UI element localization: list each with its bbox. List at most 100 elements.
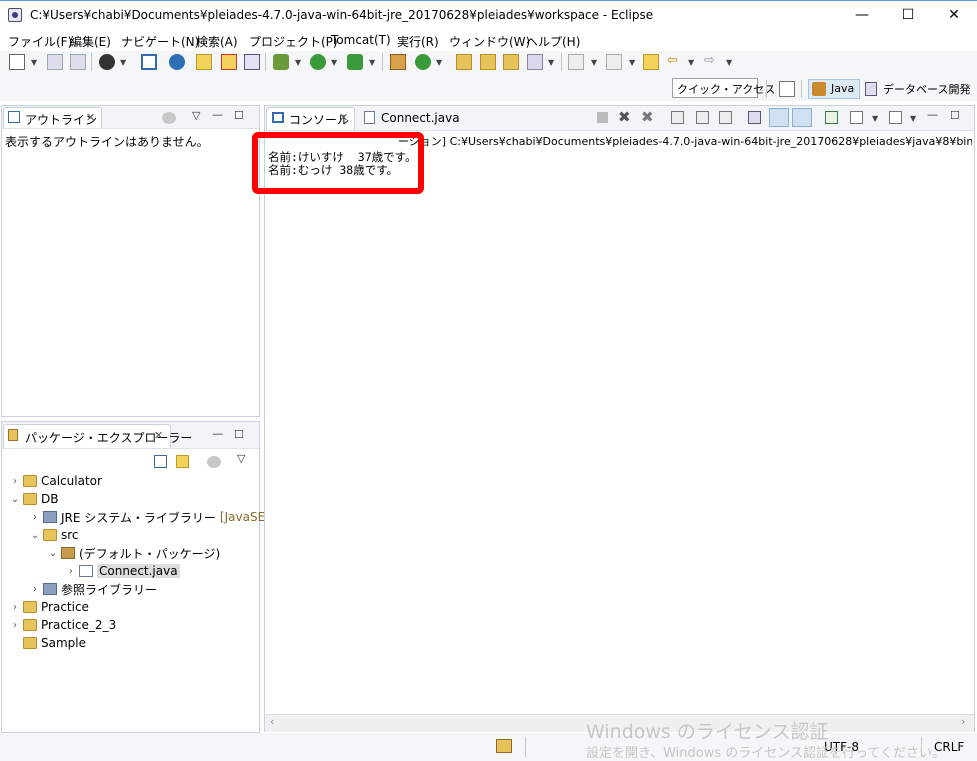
- new-console-icon[interactable]: [889, 111, 902, 124]
- open-perspective-icon[interactable]: [779, 81, 795, 97]
- package-explorer-minimize-icon[interactable]: —: [212, 427, 223, 440]
- previous-annotation-dropdown-icon[interactable]: ▼: [629, 58, 635, 67]
- save-all-icon[interactable]: [70, 54, 86, 70]
- search-dropdown-icon[interactable]: ▼: [548, 58, 554, 67]
- tree-item-connect-java[interactable]: › Connect.java: [65, 562, 180, 580]
- search-icon[interactable]: [527, 54, 543, 70]
- settings-gear-icon[interactable]: [169, 54, 185, 70]
- package-focus-icon[interactable]: [207, 456, 221, 468]
- new-console-dropdown-icon[interactable]: ▼: [910, 114, 916, 123]
- remove-all-launches-icon[interactable]: ✖: [641, 108, 654, 126]
- chevron-down-icon[interactable]: ⌄: [47, 548, 59, 559]
- package-explorer-maximize-icon[interactable]: ☐: [234, 428, 244, 441]
- package-view-menu-icon[interactable]: ▽: [237, 452, 245, 465]
- scroll-right-icon[interactable]: ›: [961, 715, 965, 728]
- next-annotation-dropdown-icon[interactable]: ▼: [591, 58, 597, 67]
- quick-access-field[interactable]: クイック・アクセス: [672, 78, 775, 98]
- new-dropdown-icon[interactable]: ▼: [31, 58, 37, 67]
- menu-search[interactable]: 検索(A): [196, 33, 238, 50]
- new-package-icon[interactable]: [390, 54, 406, 70]
- tab-connect-java-label[interactable]: Connect.java: [381, 111, 460, 125]
- minimize-button[interactable]: —: [839, 0, 885, 30]
- back-arrow-icon[interactable]: ⇦: [667, 53, 678, 68]
- console-toolbar-icon[interactable]: [141, 54, 157, 70]
- user-icon[interactable]: [99, 54, 115, 70]
- open-task-icon[interactable]: [480, 54, 496, 70]
- tree-item-referenced-libraries[interactable]: › 参照ライブラリー: [29, 580, 157, 598]
- menu-window[interactable]: ウィンドウ(W): [449, 33, 530, 50]
- display-console-icon[interactable]: [850, 111, 863, 124]
- chevron-right-icon[interactable]: ›: [29, 512, 41, 523]
- chevron-right-icon[interactable]: ›: [9, 476, 21, 487]
- tree-item-jre-library[interactable]: › JRE システム・ライブラリー [JavaSE-1.8]: [29, 508, 293, 526]
- tree-item-db[interactable]: ⌄ DB: [9, 490, 59, 508]
- terminate-console-icon[interactable]: [597, 112, 608, 123]
- debug-dropdown-icon[interactable]: ▼: [295, 58, 301, 67]
- menu-help[interactable]: ヘルプ(H): [526, 33, 580, 50]
- terminate-icon[interactable]: [244, 54, 260, 70]
- previous-annotation-icon[interactable]: [606, 54, 622, 70]
- show-on-stdout-icon[interactable]: [769, 108, 789, 127]
- outline-minimize-icon[interactable]: —: [212, 108, 223, 121]
- word-wrap-icon[interactable]: [719, 111, 732, 124]
- outline-view-menu-icon[interactable]: ▽: [192, 109, 200, 122]
- menu-run[interactable]: 実行(R): [397, 33, 439, 50]
- perspective-java-button[interactable]: Java: [808, 79, 860, 99]
- debug-bug-icon[interactable]: [273, 54, 289, 70]
- link-with-editor-icon[interactable]: [176, 455, 189, 468]
- console-maximize-icon[interactable]: ☐: [950, 109, 960, 122]
- status-project-icon[interactable]: [496, 739, 512, 753]
- open-resource-icon[interactable]: [503, 54, 519, 70]
- show-on-stderr-icon[interactable]: [792, 108, 812, 127]
- scroll-lock-icon[interactable]: [696, 111, 709, 124]
- tab-console-close-icon[interactable]: ✕: [339, 111, 348, 124]
- skip-breakpoints-icon[interactable]: [221, 54, 237, 70]
- new-class-icon[interactable]: [415, 54, 431, 70]
- external-tools-icon[interactable]: [347, 54, 363, 70]
- chevron-right-icon[interactable]: ›: [65, 566, 77, 577]
- chevron-down-icon[interactable]: ⌄: [9, 494, 21, 505]
- tree-item-practice-2-3[interactable]: › Practice_2_3: [9, 616, 116, 634]
- menu-navigate[interactable]: ナビゲート(N): [121, 33, 199, 50]
- forward-arrow-icon[interactable]: ⇨: [704, 53, 715, 68]
- package-explorer-close-icon[interactable]: ✕: [154, 429, 163, 442]
- menu-file[interactable]: ファイル(F): [8, 33, 72, 50]
- open-type-icon[interactable]: [456, 54, 472, 70]
- back-dropdown-icon[interactable]: ▼: [688, 58, 694, 67]
- new-file-icon[interactable]: [9, 54, 25, 70]
- menu-edit[interactable]: 編集(E): [70, 33, 111, 50]
- chevron-right-icon[interactable]: ›: [9, 620, 21, 631]
- tree-item-calculator[interactable]: › Calculator: [9, 472, 102, 490]
- save-icon[interactable]: [47, 54, 63, 70]
- maximize-button[interactable]: ☐: [885, 0, 931, 30]
- menu-project[interactable]: プロジェクト(P): [249, 33, 338, 50]
- tree-item-src[interactable]: ⌄ src: [29, 526, 79, 544]
- scroll-left-icon[interactable]: ‹: [270, 715, 274, 728]
- chevron-right-icon[interactable]: ›: [29, 584, 41, 595]
- outline-tab-close-icon[interactable]: ✕: [86, 111, 95, 124]
- display-console-dropdown-icon[interactable]: ▼: [872, 114, 878, 123]
- chevron-right-icon[interactable]: ›: [9, 602, 21, 613]
- collapse-all-icon[interactable]: [154, 455, 167, 468]
- console-output-area[interactable]: [265, 131, 974, 731]
- perspective-db-button[interactable]: データベース開発: [865, 81, 970, 97]
- debug-toggle-icon[interactable]: [196, 54, 212, 70]
- console-minimize-icon[interactable]: —: [927, 108, 938, 121]
- user-dropdown-icon[interactable]: ▼: [120, 58, 126, 67]
- external-tools-dropdown-icon[interactable]: ▼: [369, 58, 375, 67]
- clear-console-icon[interactable]: [671, 111, 684, 124]
- open-console-icon[interactable]: [825, 111, 838, 124]
- run-icon[interactable]: [310, 54, 326, 70]
- menu-tomcat[interactable]: Tomcat(T): [331, 33, 391, 47]
- tree-item-sample[interactable]: Sample: [9, 634, 86, 652]
- outline-focus-icon[interactable]: [162, 112, 176, 124]
- last-edit-location-icon[interactable]: [643, 54, 659, 70]
- forward-dropdown-icon[interactable]: ▼: [726, 58, 732, 67]
- tree-item-practice[interactable]: › Practice: [9, 598, 89, 616]
- new-class-dropdown-icon[interactable]: ▼: [436, 58, 442, 67]
- chevron-down-icon[interactable]: ⌄: [29, 530, 41, 541]
- tree-item-default-package[interactable]: ⌄ (デフォルト・パッケージ): [47, 544, 220, 562]
- next-annotation-icon[interactable]: [568, 54, 584, 70]
- outline-maximize-icon[interactable]: ☐: [234, 109, 244, 122]
- pin-console-icon[interactable]: [748, 111, 761, 124]
